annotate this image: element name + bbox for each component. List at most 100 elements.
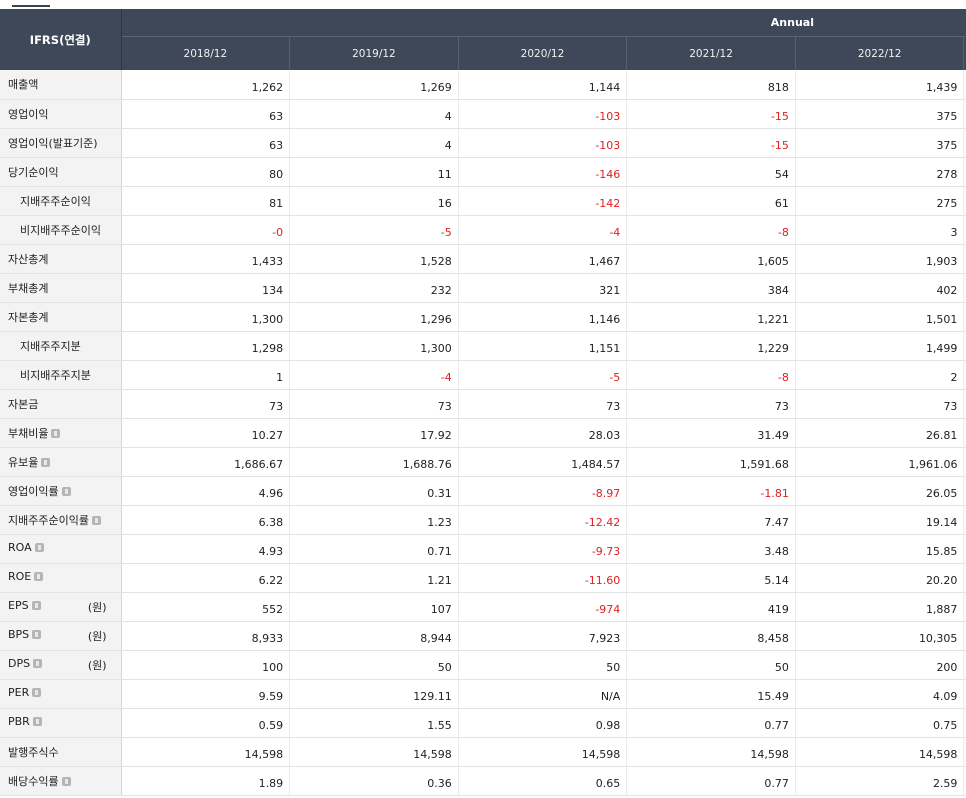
- value-cell: 1: [121, 360, 291, 390]
- value-cell: 278: [795, 157, 965, 187]
- info-icon[interactable]: [32, 629, 42, 639]
- value-cell: 73: [795, 389, 965, 419]
- value-cell: -8: [626, 215, 796, 245]
- top-bar: [0, 0, 966, 9]
- value-cell: 100: [121, 650, 291, 680]
- table-row: 영업이익률 4.96 0.31 -8.97 -1.81 26.05: [0, 476, 966, 506]
- value-cell: 0.77: [626, 766, 796, 796]
- value-cell: -4: [458, 215, 628, 245]
- value-cell: 7,923: [458, 621, 628, 651]
- value-cell: 73: [121, 389, 291, 419]
- value-cell: 4.93: [121, 534, 291, 564]
- value-cell: 63: [121, 99, 291, 129]
- info-icon[interactable]: [91, 515, 101, 525]
- row-label-text: 비지배주주지분: [20, 368, 91, 382]
- value-cell: 0.65: [458, 766, 628, 796]
- row-label: EPS (원): [0, 592, 122, 622]
- row-label-text: DPS: [8, 656, 31, 670]
- row-label-text: 지배주주순이익률: [8, 513, 89, 527]
- row-label-text: 영업이익(발표기준): [8, 136, 98, 150]
- value-cell: 1,221: [626, 302, 796, 332]
- info-icon[interactable]: [32, 716, 42, 726]
- value-cell: 419: [626, 592, 796, 622]
- value-cell: -11.60: [458, 563, 628, 593]
- value-cell: 19.14: [795, 505, 965, 535]
- row-label: 매출액: [0, 70, 122, 100]
- value-cell: 1,688.76: [289, 447, 459, 477]
- value-cell: -15: [626, 99, 796, 129]
- value-cell: 1,298: [121, 331, 291, 361]
- info-icon[interactable]: [32, 687, 42, 697]
- row-label-text: EPS: [8, 598, 29, 612]
- row-label-text: 부채총계: [8, 281, 49, 295]
- year-header: 2021/12: [626, 36, 796, 70]
- table-row: 영업이익(발표기준) 63 4 -103 -15 375: [0, 128, 966, 158]
- row-label: 자산총계: [0, 244, 122, 274]
- table-row: 배당수익률 1.89 0.36 0.65 0.77 2.59: [0, 766, 966, 796]
- value-cell: 1,903: [795, 244, 965, 274]
- table-row: 발행주식수 14,598 14,598 14,598 14,598 14,598: [0, 737, 966, 767]
- unit-label: (원): [87, 629, 107, 643]
- value-cell: -8: [626, 360, 796, 390]
- value-cell: 14,598: [458, 737, 628, 767]
- value-cell: 1,499: [795, 331, 965, 361]
- table-row: 비지배주주순이익 -0 -5 -4 -8 3: [0, 215, 966, 245]
- value-cell: 9.59: [121, 679, 291, 709]
- value-cell: 15.49: [626, 679, 796, 709]
- table-row: ROA 4.93 0.71 -9.73 3.48 15.85: [0, 534, 966, 564]
- info-icon[interactable]: [34, 571, 44, 581]
- table-row: 부채총계 134 232 321 384 402: [0, 273, 966, 303]
- value-cell: 11: [289, 157, 459, 187]
- table-row: DPS (원) 100 50 50 50 200: [0, 650, 966, 680]
- row-label: 지배주주지분: [0, 331, 122, 361]
- value-cell: -103: [458, 128, 628, 158]
- row-label: 부채비율: [0, 418, 122, 448]
- value-cell: 0.31: [289, 476, 459, 506]
- table-row: 지배주주지분 1,298 1,300 1,151 1,229 1,499: [0, 331, 966, 361]
- value-cell: 1.55: [289, 708, 459, 738]
- value-cell: 1,467: [458, 244, 628, 274]
- value-cell: 375: [795, 128, 965, 158]
- info-icon[interactable]: [61, 486, 71, 496]
- table-row: 영업이익 63 4 -103 -15 375: [0, 99, 966, 129]
- value-cell: 1,300: [121, 302, 291, 332]
- value-cell: -15: [626, 128, 796, 158]
- value-cell: 15.85: [795, 534, 965, 564]
- value-cell: 73: [289, 389, 459, 419]
- value-cell: 2.59: [795, 766, 965, 796]
- row-label-text: 매출액: [8, 78, 39, 91]
- value-cell: 1,528: [289, 244, 459, 274]
- value-cell: 6.22: [121, 563, 291, 593]
- unit-label: (원): [87, 600, 107, 614]
- value-cell: 232: [289, 273, 459, 303]
- value-cell: 14,598: [626, 737, 796, 767]
- row-label: 배당수익률: [0, 766, 122, 796]
- row-label: 비지배주주순이익: [0, 215, 122, 245]
- value-cell: 6.38: [121, 505, 291, 535]
- year-header: 2018/12: [121, 36, 291, 70]
- row-label-text: 영업이익: [8, 107, 49, 121]
- table-row: 당기순이익 80 11 -146 54 278: [0, 157, 966, 187]
- info-icon[interactable]: [51, 428, 61, 438]
- info-icon[interactable]: [41, 457, 51, 467]
- info-icon[interactable]: [33, 658, 43, 668]
- row-label-text: 유보율: [8, 455, 39, 469]
- value-cell: 50: [458, 650, 628, 680]
- info-icon[interactable]: [34, 542, 44, 552]
- row-label: PBR: [0, 708, 122, 738]
- row-label-text: PBR: [8, 714, 30, 728]
- row-label: 유보율: [0, 447, 122, 477]
- row-label: 자본금: [0, 389, 122, 419]
- value-cell: 552: [121, 592, 291, 622]
- info-icon[interactable]: [61, 776, 71, 786]
- ifrs-header: IFRS(연결): [0, 9, 122, 70]
- value-cell: 1,439: [795, 70, 965, 100]
- value-cell: 0.98: [458, 708, 628, 738]
- section-mark: [12, 1, 50, 7]
- value-cell: 4: [289, 128, 459, 158]
- year-header: 2020/12: [458, 36, 628, 70]
- value-cell: 20.20: [795, 563, 965, 593]
- row-label: ROE: [0, 563, 122, 593]
- row-label: BPS (원): [0, 621, 122, 651]
- info-icon[interactable]: [31, 600, 41, 610]
